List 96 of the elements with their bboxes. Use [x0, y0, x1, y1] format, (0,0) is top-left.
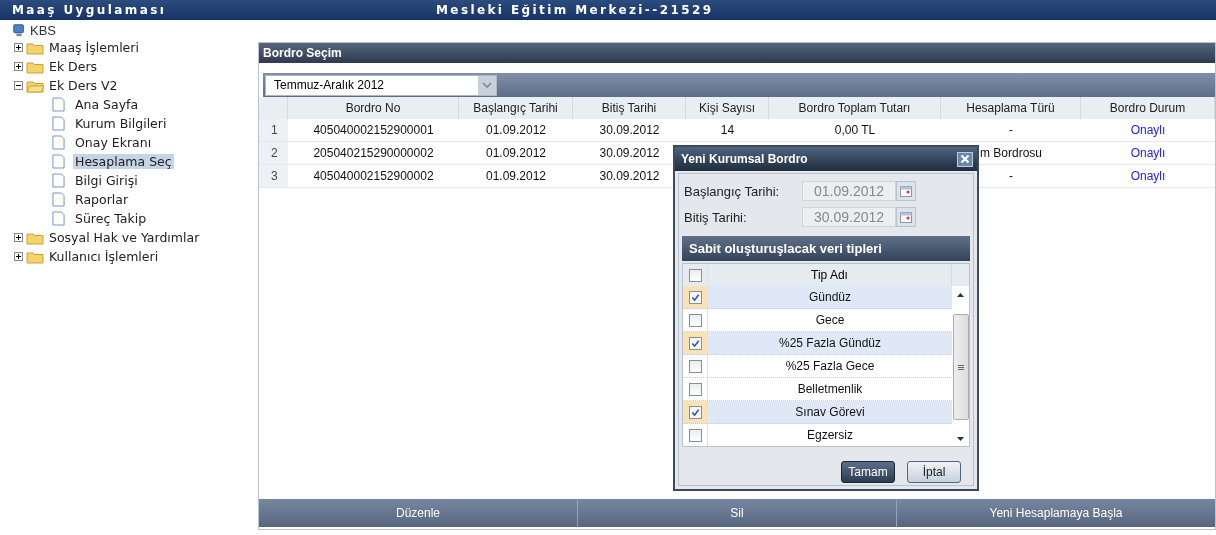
tree-folder-item[interactable]: Kullanıcı İşlemleri: [47, 249, 161, 264]
tree-page-item[interactable]: Onay Ekranı: [73, 135, 154, 150]
row-number: 2: [259, 142, 288, 164]
type-name: Belletmenlik: [797, 382, 863, 396]
period-dropdown[interactable]: Temmuz-Aralık 2012: [265, 74, 497, 96]
table-cell: 01.09.2012: [485, 169, 547, 183]
tree-page-item[interactable]: Hesaplama Seç: [73, 154, 174, 169]
page-icon: [52, 116, 65, 131]
cancel-button[interactable]: İptal: [907, 461, 961, 483]
page-icon: [52, 211, 65, 226]
table-cell: 14: [720, 123, 735, 137]
chevron-down-icon: [482, 81, 492, 89]
folder-icon: [26, 40, 44, 55]
section-header: Sabit oluşturuşlacak veri tipleri: [682, 236, 970, 261]
table-cell: 405040002152900001: [313, 123, 434, 137]
table-cell: -: [1009, 123, 1013, 137]
folder-icon: [26, 249, 44, 264]
page-icon: [52, 173, 65, 188]
expand-toggle-icon[interactable]: [14, 233, 23, 242]
checkbox[interactable]: [688, 405, 702, 419]
column-header[interactable]: Bordro Durum: [1081, 97, 1215, 119]
close-icon: [960, 154, 970, 164]
calendar-button[interactable]: [896, 207, 916, 227]
expand-toggle-icon[interactable]: [14, 43, 23, 52]
page-icon: [52, 154, 65, 169]
tree-folder-item[interactable]: Ek Ders: [47, 59, 100, 74]
tree-page-item[interactable]: Raporlar: [73, 192, 131, 207]
folder-icon: [26, 230, 44, 245]
table-cell: 205040215290000002: [313, 146, 434, 160]
table-cell: -: [1009, 169, 1013, 183]
table-cell: 01.09.2012: [485, 123, 547, 137]
page-icon: [52, 192, 65, 207]
page-icon: [52, 97, 65, 112]
scroll-up-icon[interactable]: [957, 292, 964, 297]
table-cell: 405040002152900002: [313, 169, 434, 183]
institution-title: Mesleki Eğitim Merkezi--21529: [436, 3, 714, 17]
column-header[interactable]: Başlangıç Tarihi: [459, 97, 573, 119]
tree-folder-item[interactable]: Maaş İşlemleri: [47, 40, 141, 55]
folder-icon: [26, 78, 44, 93]
close-button[interactable]: [957, 151, 973, 167]
type-name: Gündüz: [809, 290, 851, 304]
ok-button[interactable]: Tamam: [841, 461, 895, 483]
tree-folder-item[interactable]: Ek Ders V2: [47, 78, 120, 93]
type-name: %25 Fazla Gece: [785, 359, 875, 373]
app-title: Maaş Uygulaması: [11, 3, 167, 17]
footer-button[interactable]: Düzenle: [259, 499, 578, 527]
row-number: 1: [259, 119, 288, 141]
checkbox[interactable]: [688, 313, 702, 327]
dialog-title: Yeni Kurumsal Bordro: [681, 152, 808, 166]
table-cell: 30.09.2012: [599, 146, 660, 160]
status-link[interactable]: Onaylı: [1130, 169, 1166, 183]
field-label: Başlangıç Tarihi:: [683, 183, 781, 199]
tree-page-item[interactable]: Ana Sayfa: [73, 97, 141, 112]
field-label: Bitiş Tarihi:: [683, 209, 748, 225]
checkbox[interactable]: [688, 268, 702, 282]
table-cell: m Bordrosu: [980, 146, 1042, 160]
type-name: %25 Fazla Gündüz: [778, 336, 882, 350]
tree-root-label[interactable]: KBS: [30, 22, 56, 38]
column-header[interactable]: Bordro No: [288, 97, 459, 119]
footer-button[interactable]: Yeni Hesaplamaya Başla: [897, 499, 1215, 527]
table-cell: 30.09.2012: [599, 123, 660, 137]
expand-toggle-icon[interactable]: [14, 62, 23, 71]
type-name: Sınav Görevi: [795, 405, 865, 419]
panel-title: Bordro Seçim: [259, 43, 1215, 63]
expand-toggle-icon[interactable]: [14, 81, 23, 90]
table-cell: 30.09.2012: [599, 169, 660, 183]
tree-page-item[interactable]: Süreç Takip: [73, 211, 149, 226]
expand-toggle-icon[interactable]: [14, 252, 23, 261]
checkbox[interactable]: [688, 428, 702, 442]
table-cell: 0,00 TL: [834, 123, 876, 137]
type-name: Egzersiz: [807, 428, 853, 442]
table-cell: 01.09.2012: [485, 146, 547, 160]
column-header[interactable]: Bordro Toplam Tutarı: [769, 97, 941, 119]
row-number: 3: [259, 165, 288, 187]
folder-icon: [26, 59, 44, 74]
tree-page-item[interactable]: Kurum Bilgileri: [73, 116, 169, 131]
page-icon: [52, 135, 65, 150]
grip-icon: [957, 364, 964, 370]
type-name: Gece: [815, 313, 845, 327]
checkbox[interactable]: [688, 290, 702, 304]
calendar-button[interactable]: [896, 181, 916, 201]
checkbox[interactable]: [688, 382, 702, 396]
column-header[interactable]: Hesaplama Türü: [941, 97, 1081, 119]
checkbox[interactable]: [688, 359, 702, 373]
column-header[interactable]: Bitiş Tarihi: [573, 97, 686, 119]
status-link[interactable]: Onaylı: [1130, 123, 1166, 137]
tree-folder-item[interactable]: Sosyal Hak ve Yardımlar: [47, 230, 202, 245]
calendar-icon: [900, 211, 912, 223]
computer-icon: [12, 23, 26, 37]
checkbox[interactable]: [688, 336, 702, 350]
scroll-down-icon[interactable]: [957, 437, 964, 442]
calendar-icon: [900, 185, 912, 197]
status-link[interactable]: Onaylı: [1130, 146, 1166, 160]
footer-button[interactable]: Sil: [578, 499, 897, 527]
column-header[interactable]: Kişi Sayısı: [686, 97, 769, 119]
tree-page-item[interactable]: Bilgi Girişi: [73, 173, 140, 188]
